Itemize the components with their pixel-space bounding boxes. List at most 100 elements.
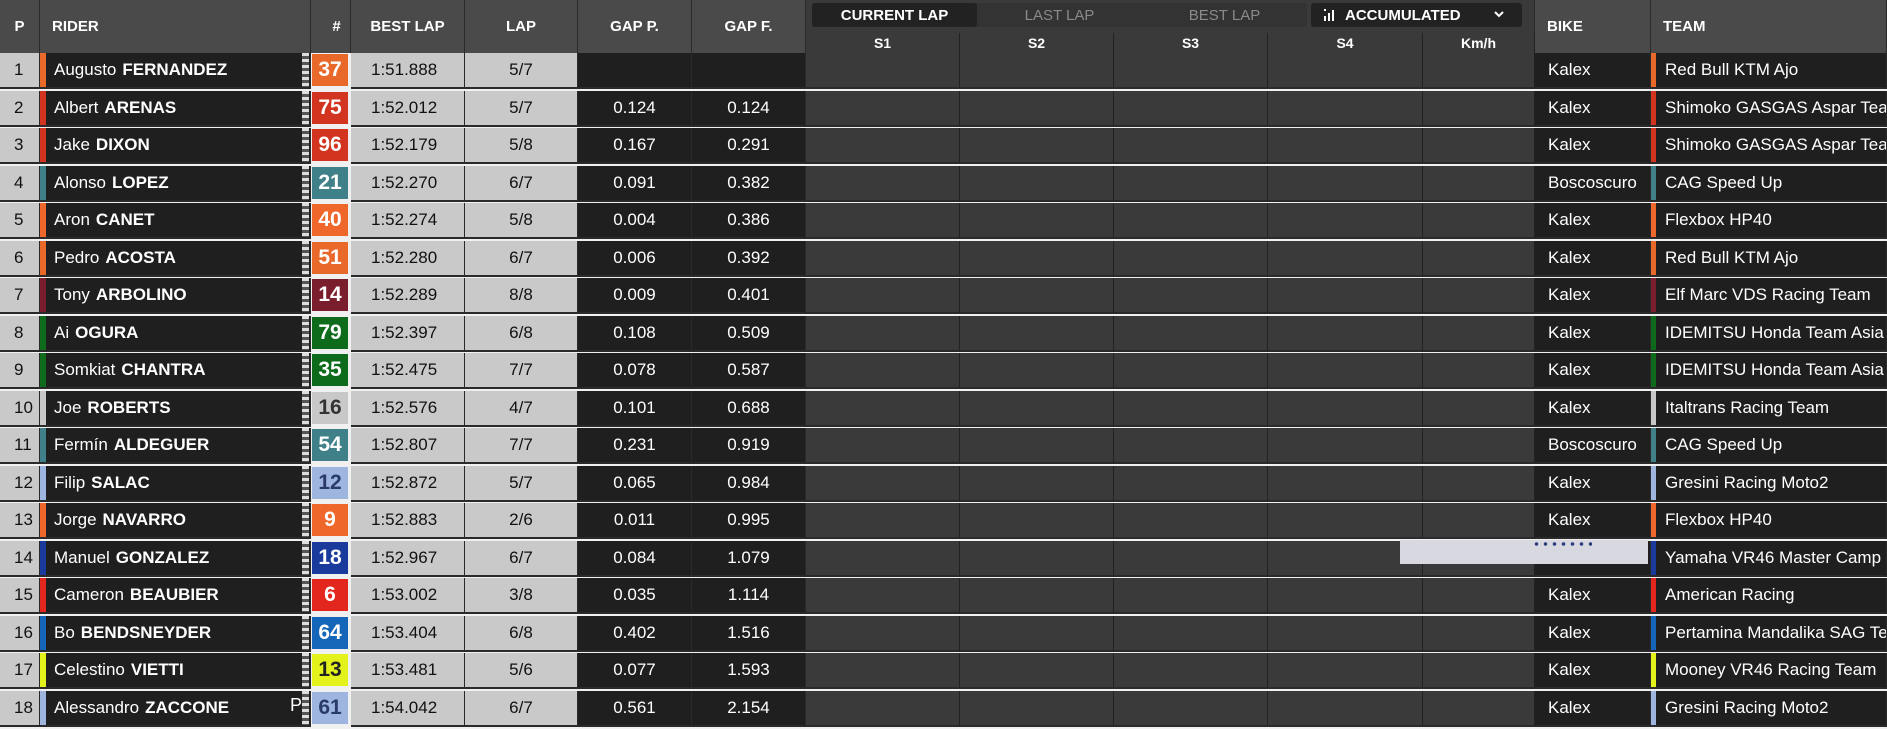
rider-last-name: BENDSNEYDER bbox=[80, 622, 212, 642]
sector-cell bbox=[1423, 690, 1535, 727]
rider-cell[interactable]: Alessandro ZACCONE P 61 bbox=[40, 690, 348, 727]
rider-cell[interactable]: Fermín ALDEGUER 54 bbox=[40, 428, 348, 464]
best-lap-cell: 1:52.397 bbox=[351, 315, 465, 352]
team-color-bar bbox=[40, 578, 46, 612]
table-row[interactable]: 11 Fermín ALDEGUER 54 1:52.807 7/7 0.231 0.919 B… bbox=[0, 428, 1887, 464]
rider-cell[interactable]: Cameron BEAUBIER 6 bbox=[40, 578, 348, 614]
sector-cell bbox=[806, 503, 960, 539]
sector-cell bbox=[806, 390, 960, 427]
rider-cell[interactable]: Alonso LOPEZ 21 bbox=[40, 165, 348, 202]
position-cell: 3 bbox=[0, 128, 40, 164]
sector-cell bbox=[960, 90, 1114, 127]
gap-first-cell: 0.291 bbox=[692, 128, 806, 164]
sector-cell bbox=[1268, 53, 1423, 89]
bike-cell: Kalex bbox=[1535, 353, 1651, 389]
rider-last-name: NAVARRO bbox=[102, 510, 186, 529]
table-row[interactable]: 16 Bo BENDSNEYDER 64 1:53.404 6/8 0.402 1.516 Ka… bbox=[0, 615, 1887, 652]
rider-cell[interactable]: Filip SALAC 12 bbox=[40, 465, 348, 502]
header-team[interactable]: TEAM bbox=[1651, 0, 1887, 53]
team-name: Yamaha VR46 Master Camp bbox=[1665, 547, 1882, 567]
team-color-bar bbox=[40, 278, 46, 312]
sector-cell bbox=[1114, 240, 1268, 277]
rider-first-name: Jake bbox=[54, 135, 90, 154]
rider-cell[interactable]: Albert ARENAS 75 bbox=[40, 90, 348, 127]
sector-cell bbox=[1114, 615, 1268, 652]
sector-cell bbox=[1114, 128, 1268, 164]
header-gap-p[interactable]: GAP P. bbox=[578, 0, 692, 53]
sector-cell bbox=[960, 53, 1114, 89]
rider-last-name: ARENAS bbox=[104, 97, 177, 117]
table-row[interactable]: 18 Alessandro ZACCONE P 61 1:54.042 6/7 0.561 2.… bbox=[0, 690, 1887, 727]
sector-cell bbox=[1423, 165, 1535, 202]
checkered-flag-icon bbox=[302, 353, 309, 387]
rider-cell[interactable]: Augusto FERNANDEZ 37 bbox=[40, 53, 348, 89]
table-row[interactable]: 8 Ai OGURA 79 1:52.397 6/8 0.108 0.509 Kalex IDEM… bbox=[0, 315, 1887, 352]
table-row[interactable]: 1 Augusto FERNANDEZ 37 1:51.888 5/7 Kalex Red B… bbox=[0, 53, 1887, 89]
gap-previous-cell: 0.065 bbox=[578, 465, 692, 502]
sector-cell bbox=[1268, 615, 1423, 652]
gap-previous-cell: 0.011 bbox=[578, 503, 692, 539]
horizontal-scrollbar[interactable] bbox=[1400, 540, 1648, 564]
team-cell: Elf Marc VDS Racing Team bbox=[1651, 278, 1887, 314]
table-row[interactable]: 13 Jorge NAVARRO 9 1:52.883 2/6 0.011 0.995 Kale… bbox=[0, 503, 1887, 539]
table-row[interactable]: 4 Alonso LOPEZ 21 1:52.270 6/7 0.091 0.382 Bosco… bbox=[0, 165, 1887, 202]
gap-previous-cell: 0.561 bbox=[578, 690, 692, 727]
gap-previous-cell: 0.091 bbox=[578, 165, 692, 202]
table-row[interactable]: 5 Aron CANET 40 1:52.274 5/8 0.004 0.386 Kalex Fl… bbox=[0, 203, 1887, 239]
rider-cell[interactable]: Jake DIXON 96 bbox=[40, 128, 348, 164]
header-rider[interactable]: RIDER bbox=[40, 0, 311, 53]
rider-last-name: SALAC bbox=[91, 472, 150, 492]
table-row[interactable]: 7 Tony ARBOLINO 14 1:52.289 8/8 0.009 0.401 Kale… bbox=[0, 278, 1887, 314]
best-lap-cell: 1:52.270 bbox=[351, 165, 465, 202]
rider-cell[interactable]: Celestino VIETTI 13 bbox=[40, 653, 348, 689]
rider-cell[interactable]: Ai OGURA 79 bbox=[40, 315, 348, 352]
rider-cell[interactable]: Joe ROBERTS 16 bbox=[40, 390, 348, 427]
rider-cell[interactable]: Aron CANET 40 bbox=[40, 203, 348, 239]
rider-cell[interactable]: Tony ARBOLINO 14 bbox=[40, 278, 348, 314]
best-lap-cell: 1:52.967 bbox=[351, 540, 465, 577]
header-number[interactable]: # bbox=[311, 0, 351, 53]
table-row[interactable]: 15 Cameron BEAUBIER 6 1:53.002 3/8 0.035 1.114 K… bbox=[0, 578, 1887, 614]
table-row[interactable]: 10 Joe ROBERTS 16 1:52.576 4/7 0.101 0.688 Kalex… bbox=[0, 390, 1887, 427]
team-color-bar bbox=[40, 615, 46, 650]
lap-cell: 5/8 bbox=[465, 203, 578, 239]
header-pos[interactable]: P bbox=[0, 0, 40, 53]
team-color-bar bbox=[40, 353, 46, 387]
rider-cell[interactable]: Jorge NAVARRO 9 bbox=[40, 503, 348, 539]
scrollbar-grip[interactable] bbox=[1532, 542, 1592, 546]
rider-cell[interactable]: Pedro ACOSTA 51 bbox=[40, 240, 348, 277]
team-color-bar bbox=[40, 315, 46, 350]
rider-last-name: CHANTRA bbox=[121, 360, 206, 379]
team-color-bar bbox=[40, 390, 46, 425]
team-color-bar bbox=[1651, 390, 1656, 425]
best-lap-cell: 1:52.274 bbox=[351, 203, 465, 239]
accumulated-dropdown[interactable]: ACCUMULATED bbox=[1311, 3, 1522, 27]
sector-cell bbox=[960, 128, 1114, 164]
tab-current-lap[interactable]: CURRENT LAP bbox=[812, 3, 977, 27]
header-gap-f[interactable]: GAP F. bbox=[692, 0, 806, 53]
rider-number-badge: 54 bbox=[312, 429, 348, 461]
rider-cell[interactable]: Somkiat CHANTRA 35 bbox=[40, 353, 348, 389]
table-row[interactable]: 6 Pedro ACOSTA 51 1:52.280 6/7 0.006 0.392 Kalex… bbox=[0, 240, 1887, 277]
table-row[interactable]: 12 Filip SALAC 12 1:52.872 5/7 0.065 0.984 Kalex… bbox=[0, 465, 1887, 502]
team-name: Red Bull KTM Ajo bbox=[1665, 60, 1799, 79]
best-lap-cell: 1:53.404 bbox=[351, 615, 465, 652]
table-row[interactable]: 17 Celestino VIETTI 13 1:53.481 5/6 0.077 1.593… bbox=[0, 653, 1887, 689]
table-row[interactable]: 9 Somkiat CHANTRA 35 1:52.475 7/7 0.078 0.587 Ka… bbox=[0, 353, 1887, 389]
tab-best-lap[interactable]: BEST LAP bbox=[1142, 3, 1307, 27]
rider-cell[interactable]: Bo BENDSNEYDER 64 bbox=[40, 615, 348, 652]
lap-cell: 5/7 bbox=[465, 465, 578, 502]
tab-last-lap[interactable]: LAST LAP bbox=[977, 3, 1142, 27]
position-cell: 8 bbox=[0, 315, 40, 352]
header-bike[interactable]: BIKE bbox=[1535, 0, 1651, 53]
team-color-bar bbox=[1651, 240, 1656, 275]
sector-cell bbox=[960, 465, 1114, 502]
table-row[interactable]: 2 Albert ARENAS 75 1:52.012 5/7 0.124 0.124 Kale… bbox=[0, 90, 1887, 127]
header-best-lap[interactable]: BEST LAP bbox=[351, 0, 465, 53]
team-name: Shimoko GASGAS Aspar Team bbox=[1665, 135, 1887, 154]
header-lap[interactable]: LAP bbox=[465, 0, 578, 53]
rider-cell[interactable]: Manuel GONZALEZ 18 bbox=[40, 540, 348, 577]
sector-cell bbox=[1423, 503, 1535, 539]
team-color-bar bbox=[1651, 540, 1656, 575]
table-row[interactable]: 3 Jake DIXON 96 1:52.179 5/8 0.167 0.291 Kalex Sh… bbox=[0, 128, 1887, 164]
